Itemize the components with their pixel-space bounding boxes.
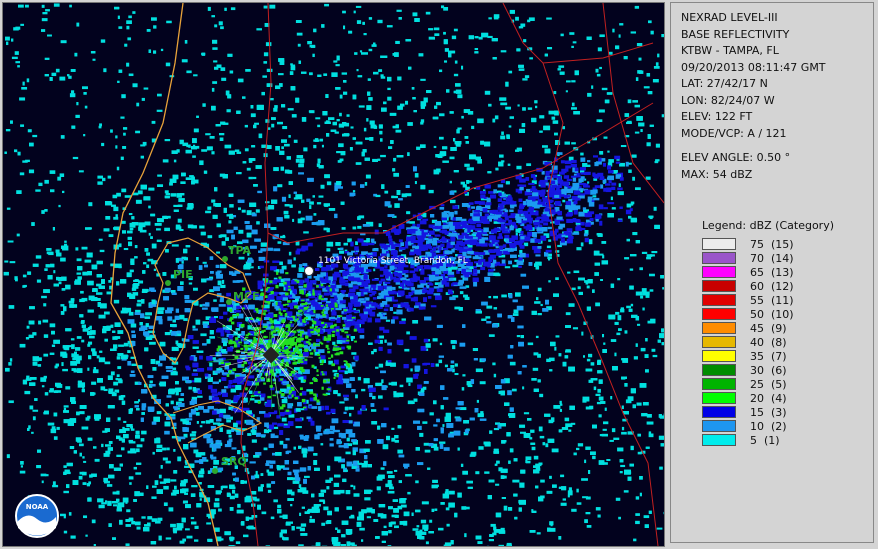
legend-swatch xyxy=(702,350,736,362)
legend: 75 (15) 70 (14) 65 (13) 60 (12) 55 (11) 50 (1… xyxy=(681,237,873,447)
legend-item: 20 (4) xyxy=(702,391,873,405)
station: KTBW - TAMPA, FL xyxy=(681,44,779,57)
legend-swatch xyxy=(702,378,736,390)
radar-map[interactable]: 1101 Victoria Street, Brandon, FL TPA PI… xyxy=(2,2,665,547)
legend-item: 25 (5) xyxy=(702,377,873,391)
legend-swatch xyxy=(702,392,736,404)
radar-canvas: 1101 Victoria Street, Brandon, FL TPA PI… xyxy=(3,3,664,546)
legend-swatch xyxy=(702,420,736,432)
legend-item: 35 (7) xyxy=(702,349,873,363)
legend-item: 30 (6) xyxy=(702,363,873,377)
mode-vcp: MODE/VCP: A / 121 xyxy=(681,126,787,140)
legend-title: Legend: dBZ (Category) xyxy=(702,219,834,232)
noaa-logo: NOAA xyxy=(15,494,59,538)
airport-dot-mcf xyxy=(226,299,232,305)
legend-item: 75 (15) xyxy=(702,237,873,251)
legend-item: 15 (3) xyxy=(702,405,873,419)
product-type: BASE REFLECTIVITY xyxy=(681,27,790,41)
legend-item: 40 (8) xyxy=(702,335,873,349)
location-marker[interactable] xyxy=(304,266,314,276)
legend-label: 15 (3) xyxy=(750,405,787,419)
legend-label: 65 (13) xyxy=(750,265,794,279)
legend-label: 5 (1) xyxy=(750,433,780,447)
legend-label: 55 (11) xyxy=(750,293,794,307)
legend-item: 60 (12) xyxy=(702,279,873,293)
reflectivity-echoes xyxy=(3,3,664,546)
datetime: 09/20/2013 08:11:47 GMT xyxy=(681,60,826,74)
noaa-logo-text: NOAA xyxy=(26,503,49,511)
legend-item: 70 (14) xyxy=(702,251,873,265)
airport-label-pie: PIE xyxy=(173,268,193,281)
legend-swatch xyxy=(702,406,736,418)
legend-swatch xyxy=(702,322,736,334)
legend-label: 70 (14) xyxy=(750,251,794,265)
county-line-2 xyxy=(502,3,654,64)
latitude: LAT: 27/42/17 N xyxy=(681,77,768,90)
legend-swatch xyxy=(702,336,736,348)
location-label: 1101 Victoria Street, Brandon, FL xyxy=(318,256,468,266)
airport-dot-pie xyxy=(165,280,171,286)
legend-swatch xyxy=(702,252,736,264)
legend-item: 10 (2) xyxy=(702,419,873,433)
legend-label: 50 (10) xyxy=(750,307,794,321)
airport-label-srq: SRQ xyxy=(221,455,247,468)
legend-label: 35 (7) xyxy=(750,349,787,363)
airport-dot-srq xyxy=(212,468,218,474)
legend-label: 20 (4) xyxy=(750,391,787,405)
longitude: LON: 82/24/07 W xyxy=(681,93,775,107)
legend-label: 75 (15) xyxy=(750,237,794,251)
legend-label: 60 (12) xyxy=(750,279,794,293)
legend-swatch xyxy=(702,308,736,320)
legend-swatch xyxy=(702,294,736,306)
legend-item: 45 (9) xyxy=(702,321,873,335)
legend-item: 5 (1) xyxy=(702,433,873,447)
info-panel: NEXRAD LEVEL-III BASE REFLECTIVITY KTBW … xyxy=(670,2,874,543)
legend-swatch xyxy=(702,266,736,278)
legend-swatch xyxy=(702,364,736,376)
product-name: NEXRAD LEVEL-III xyxy=(681,11,778,24)
legend-swatch xyxy=(702,238,736,250)
county-line-3 xyxy=(542,62,659,546)
elevation: ELEV: 122 FT xyxy=(681,110,753,123)
max-reflectivity: MAX: 54 dBZ xyxy=(681,167,753,181)
legend-label: 40 (8) xyxy=(750,335,787,349)
legend-swatch xyxy=(702,434,736,446)
legend-label: 45 (9) xyxy=(750,321,787,335)
legend-label: 10 (2) xyxy=(750,419,787,433)
legend-item: 55 (11) xyxy=(702,293,873,307)
legend-item: 65 (13) xyxy=(702,265,873,279)
legend-label: 30 (6) xyxy=(750,363,787,377)
airport-label-tpa: TPA xyxy=(228,244,252,257)
legend-item: 50 (10) xyxy=(702,307,873,321)
airport-label-mcf: MCF xyxy=(233,290,260,303)
elevation-angle: ELEV ANGLE: 0.50 ° xyxy=(681,151,791,164)
legend-swatch xyxy=(702,280,736,292)
legend-label: 25 (5) xyxy=(750,377,787,391)
